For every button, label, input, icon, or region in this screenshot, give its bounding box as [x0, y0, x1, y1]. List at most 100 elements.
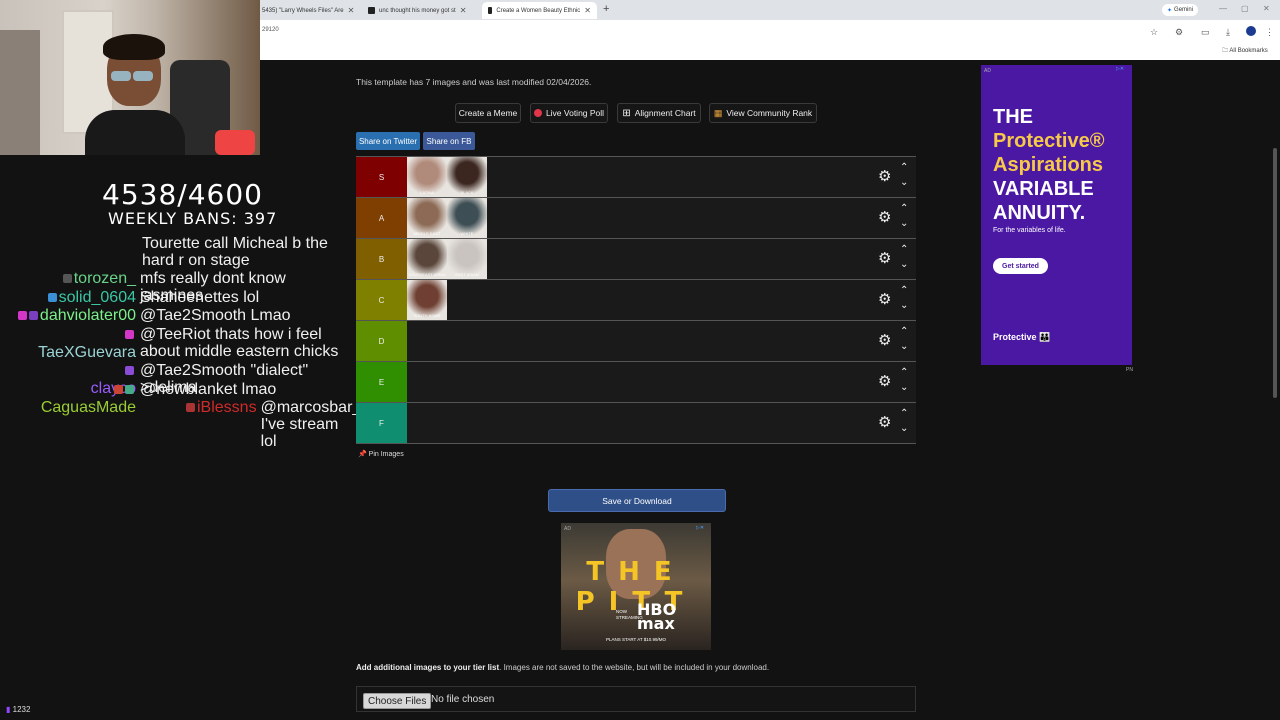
extensions-icon[interactable]: ⚙ — [1175, 27, 1183, 38]
chevron-up-icon[interactable]: ⌃ — [900, 204, 908, 214]
tier-image-caption: MIDDLE EAST — [413, 231, 441, 236]
gear-icon[interactable]: ⚙ — [878, 167, 891, 185]
new-tab-icon[interactable]: + — [603, 3, 609, 15]
tier-items[interactable]: MIDDLE EAST WHITE — [407, 198, 487, 238]
file-upload[interactable]: Choose Files No file chosen — [356, 686, 916, 712]
community-label: View Community Rank — [726, 108, 813, 118]
share-fb-button[interactable]: Share on FB — [423, 132, 475, 150]
download-icon[interactable]: ⤓ — [1226, 27, 1230, 38]
tier-row[interactable]: E ⚙ ⌃ ⌄ — [356, 361, 916, 403]
gear-icon[interactable]: ⚙ — [878, 331, 891, 349]
profile-avatar[interactable] — [1246, 26, 1256, 36]
chevron-down-icon[interactable]: ⌄ — [900, 178, 908, 188]
close-tab-icon[interactable]: ✕ — [584, 6, 591, 15]
scrollbar-thumb[interactable] — [1273, 148, 1277, 398]
live-voting-poll-button[interactable]: Live Voting Poll — [530, 103, 608, 123]
tier-label[interactable]: A — [356, 198, 407, 238]
chevron-down-icon[interactable]: ⌄ — [900, 424, 908, 434]
share-twitter-button[interactable]: Share on Twitter — [356, 132, 420, 150]
tier-label[interactable]: C — [356, 280, 407, 320]
viewer-count: ▮ 1232 — [6, 705, 30, 714]
adchoices-icon[interactable]: ▷✕ — [1116, 66, 1124, 72]
bookmark-star-icon[interactable]: ☆ — [1150, 27, 1158, 38]
tier-row[interactable]: C SOUTH ASIAN ⚙ ⌃ ⌄ — [356, 279, 916, 321]
chevron-up-icon[interactable]: ⌃ — [900, 409, 908, 419]
chat-username[interactable]: TaeXGuevara — [38, 344, 136, 361]
pin-images-toggle[interactable]: 📌 Pin Images — [358, 450, 404, 458]
browser-tab[interactable]: unc thought his money got st ✕ — [368, 2, 476, 19]
save-download-button[interactable]: Save or Download — [548, 489, 726, 512]
view-community-rank-button[interactable]: ▦ View Community Rank — [709, 103, 817, 123]
chevron-up-icon[interactable]: ⌃ — [900, 163, 908, 173]
tier-image[interactable]: EAST ASIAN — [447, 239, 487, 279]
tier-label[interactable]: E — [356, 362, 407, 402]
minimize-icon[interactable]: — — [1219, 4, 1227, 13]
create-meme-button[interactable]: Create a Meme — [455, 103, 521, 123]
chat-text: @Tae2Smooth Lmao — [140, 307, 291, 324]
tier-row[interactable]: F ⚙ ⌃ ⌄ — [356, 402, 916, 444]
gemini-label: Gemini — [1174, 7, 1194, 13]
chevron-down-icon[interactable]: ⌄ — [900, 383, 908, 393]
tier-image[interactable]: LATINA — [407, 157, 447, 197]
tier-items[interactable]: SOUTH ASIAN — [407, 280, 447, 320]
chat-username[interactable]: torozen_ — [74, 270, 136, 287]
annuity-ad[interactable]: THE Protective® Aspirations VARIABLE ANN… — [981, 65, 1132, 365]
chevron-up-icon[interactable]: ⌃ — [900, 368, 908, 378]
tier-items[interactable]: LATINA BLACK — [407, 157, 487, 197]
tier-label[interactable]: F — [356, 403, 407, 443]
gear-icon[interactable]: ⚙ — [878, 290, 891, 308]
tier-controls: ⚙ ⌃ ⌄ — [878, 157, 916, 197]
chevron-down-icon[interactable]: ⌄ — [900, 260, 908, 270]
menu-icon[interactable]: ⋮ — [1265, 27, 1274, 38]
tier-row[interactable]: S LATINA BLACK ⚙ ⌃ ⌄ — [356, 156, 916, 198]
chat-message: solid_0604 Shaheenettes lol — [40, 289, 340, 307]
pitt-ad[interactable]: THE PITT NOW STREAMING HBO max PLANS STA… — [561, 523, 711, 650]
url-text[interactable]: 29120 — [262, 27, 279, 33]
close-tab-icon[interactable]: ✕ — [348, 6, 355, 15]
tier-image[interactable]: SOUTHEAST ASIAN — [407, 239, 447, 279]
tier-image-caption: EAST ASIAN — [455, 272, 479, 277]
browser-tab-active[interactable]: Create a Women Beauty Ethnic ✕ — [482, 2, 597, 19]
tier-controls: ⚙ ⌃ ⌄ — [878, 403, 916, 443]
close-window-icon[interactable]: ✕ — [1263, 4, 1270, 13]
tier-list: S LATINA BLACK ⚙ ⌃ ⌄ A MIDDLE EAST WHITE ⚙ ⌃ ⌄ B SOUT… — [356, 156, 916, 444]
chat-username[interactable]: dahviolater00 — [40, 307, 136, 324]
tier-image[interactable]: BLACK — [447, 157, 487, 197]
tier-image[interactable]: MIDDLE EAST — [407, 198, 447, 238]
tier-label[interactable]: S — [356, 157, 407, 197]
chevron-down-icon[interactable]: ⌄ — [900, 342, 908, 352]
tier-row[interactable]: D ⚙ ⌃ ⌄ — [356, 320, 916, 362]
chevron-up-icon[interactable]: ⌃ — [900, 327, 908, 337]
choose-files-button[interactable]: Choose Files — [363, 693, 432, 709]
gear-icon[interactable]: ⚙ — [878, 413, 891, 431]
gear-icon[interactable]: ⚙ — [878, 249, 891, 267]
maximize-icon[interactable]: ▢ — [1241, 4, 1249, 13]
tier-row[interactable]: A MIDDLE EAST WHITE ⚙ ⌃ ⌄ — [356, 197, 916, 239]
tier-row[interactable]: B SOUTHEAST ASIAN EAST ASIAN ⚙ ⌃ ⌄ — [356, 238, 916, 280]
chevron-down-icon[interactable]: ⌄ — [900, 219, 908, 229]
browser-tab[interactable]: 5435) "Larry Wheels Files" Are ✕ — [262, 2, 357, 19]
gear-icon[interactable]: ⚙ — [878, 208, 891, 226]
close-tab-icon[interactable]: ✕ — [460, 6, 467, 15]
gear-icon[interactable]: ⚙ — [878, 372, 891, 390]
badge-icon — [47, 293, 57, 303]
cast-icon[interactable]: ▭ — [1201, 27, 1210, 38]
tier-image[interactable]: SOUTH ASIAN — [407, 280, 447, 320]
chevron-up-icon[interactable]: ⌃ — [900, 245, 908, 255]
chat-message: TaeXGuevara @TeeRiot thats how i feel ab… — [30, 326, 340, 362]
chevron-up-icon[interactable]: ⌃ — [900, 286, 908, 296]
tier-label[interactable]: D — [356, 321, 407, 361]
tier-items[interactable]: SOUTHEAST ASIAN EAST ASIAN — [407, 239, 487, 279]
chat-username[interactable]: solid_0604 — [59, 289, 136, 306]
chat-username[interactable]: CaguasMade — [41, 399, 136, 416]
all-bookmarks-link[interactable]: 🗀 All Bookmarks — [1222, 46, 1268, 56]
ad-line: Protective® — [993, 130, 1105, 152]
tier-image[interactable]: WHITE — [447, 198, 487, 238]
chat-username[interactable]: iBlessns — [197, 399, 257, 416]
get-started-button[interactable]: Get started — [993, 258, 1048, 274]
alignment-chart-button[interactable]: ⊞ Alignment Chart — [617, 103, 701, 123]
gemini-button[interactable]: ✦ Gemini — [1162, 4, 1199, 16]
tier-label[interactable]: B — [356, 239, 407, 279]
chevron-down-icon[interactable]: ⌄ — [900, 301, 908, 311]
adchoices-icon[interactable]: ▷✕ — [696, 525, 704, 531]
